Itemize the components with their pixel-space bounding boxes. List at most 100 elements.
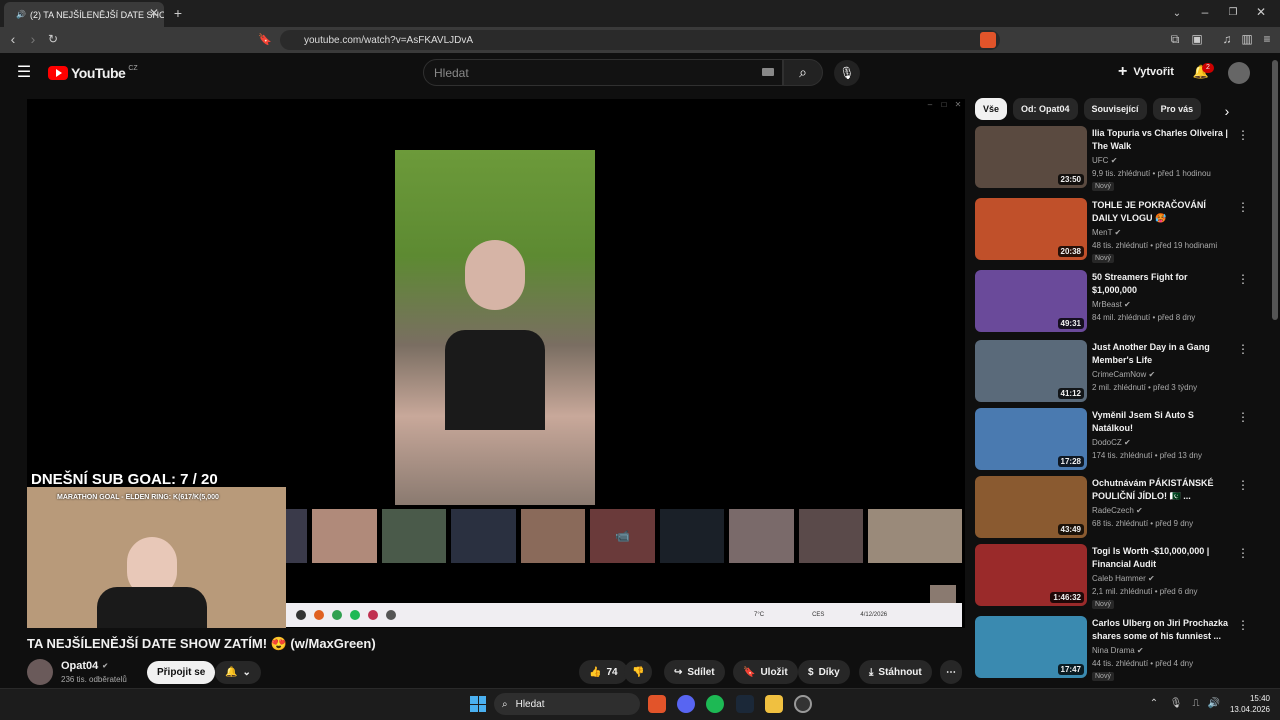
related-video-item[interactable]: 43:49 Ochutnávám PÁKISTÁNSKÉ POULIČNÍ JÍD… — [975, 476, 1249, 540]
close-icon[interactable]: ✕ — [953, 99, 963, 109]
page-scrollbar[interactable] — [1272, 60, 1278, 320]
join-button[interactable]: Připojit se — [147, 661, 216, 684]
video-thumbnail[interactable]: 41:12 — [975, 340, 1087, 402]
forward-icon[interactable]: › — [26, 31, 40, 47]
related-video-title[interactable]: TOHLE JE POKRAČOVÁNÍ DAILY VLOGU 🥵 — [1092, 199, 1232, 225]
keyboard-icon[interactable] — [762, 68, 774, 76]
tray-chevron-icon[interactable]: ⌃ — [1148, 697, 1160, 709]
brave-taskbar-icon[interactable] — [648, 695, 666, 713]
chip-related[interactable]: Související — [1083, 98, 1147, 120]
related-video-channel[interactable]: CrimeCamNow ✔ — [1092, 370, 1155, 379]
back-icon[interactable]: ‹ — [6, 31, 20, 47]
related-video-title[interactable]: Ilia Topuria vs Charles Oliveira | The W… — [1092, 127, 1232, 153]
video-thumbnail[interactable]: 23:50 — [975, 126, 1087, 188]
search-button[interactable]: ⌕ — [783, 59, 823, 86]
related-video-title[interactable]: 50 Streamers Fight for $1,000,000 — [1092, 271, 1232, 297]
brave-shield-icon[interactable] — [980, 32, 996, 48]
dislike-button[interactable]: 👎 — [624, 660, 653, 684]
chevron-down-icon[interactable]: ⌄ — [1170, 6, 1184, 20]
share-button[interactable]: ↪ Sdílet — [664, 660, 725, 684]
menu-icon[interactable]: ≡ — [1260, 32, 1274, 46]
video-thumbnail[interactable]: 17:47 — [975, 616, 1087, 678]
chip-all[interactable]: Vše — [975, 98, 1008, 120]
save-button[interactable]: 🔖 Uložit — [733, 660, 798, 684]
clock[interactable]: 15:40 13.04.2026 — [1228, 693, 1270, 715]
account-avatar[interactable] — [1228, 62, 1250, 84]
search-input[interactable]: Hledat — [423, 59, 783, 86]
related-video-channel[interactable]: RadeCzech ✔ — [1092, 506, 1143, 515]
bookmark-icon[interactable]: 🔖 — [258, 32, 272, 46]
youtube-logo[interactable]: YouTube CZ — [48, 65, 138, 81]
chevron-right-icon[interactable]: › — [1220, 103, 1234, 119]
video-player[interactable]: 📹 7°C CES 4/12/2026 DNEŠNÍ SUB GOAL: 7 /… — [27, 99, 965, 628]
download-button[interactable]: ⤓ Stáhnout — [859, 660, 932, 684]
video-thumbnail[interactable]: 49:31 — [975, 270, 1087, 332]
discord-taskbar-icon[interactable] — [677, 695, 695, 713]
minimize-icon[interactable]: – — [925, 99, 935, 109]
related-video-item[interactable]: 20:38 TOHLE JE POKRAČOVÁNÍ DAILY VLOGU 🥵 M… — [975, 198, 1249, 263]
maximize-icon[interactable]: □ — [939, 99, 949, 109]
like-button[interactable]: 👍 74 — [579, 660, 628, 684]
hamburger-menu-icon[interactable]: ☰ — [16, 64, 32, 81]
chip-for-you[interactable]: Pro vás — [1152, 98, 1202, 120]
audio-icon[interactable]: 🔊 — [16, 10, 26, 19]
steam-taskbar-icon[interactable] — [736, 695, 754, 713]
minimize-icon[interactable]: – — [1198, 5, 1212, 19]
browser-tab[interactable]: 🔊 (2) TA NEJŠÍLENĚJŠÍ DATE SHO — [4, 2, 164, 27]
close-window-icon[interactable]: ✕ — [1254, 5, 1268, 19]
related-video-channel[interactable]: DodoCZ ✔ — [1092, 438, 1131, 447]
related-video-item[interactable]: 41:12 Just Another Day in a Gang Member's… — [975, 340, 1249, 404]
related-video-item[interactable]: 1:46:32 Togi Is Worth -$10,000,000 | Fina… — [975, 544, 1249, 609]
channel-avatar[interactable] — [27, 659, 53, 685]
related-video-title[interactable]: Just Another Day in a Gang Member's Life — [1092, 341, 1232, 367]
more-vert-icon[interactable]: ⋮ — [1237, 128, 1249, 142]
related-video-channel[interactable]: Nina Drama ✔ — [1092, 646, 1144, 655]
more-vert-icon[interactable]: ⋮ — [1237, 546, 1249, 560]
related-video-channel[interactable]: MenT ✔ — [1092, 228, 1121, 237]
video-thumbnail[interactable]: 20:38 — [975, 198, 1087, 260]
network-icon[interactable]: ⎍ — [1190, 697, 1202, 709]
video-thumbnail[interactable]: 17:28 — [975, 408, 1087, 470]
related-video-title[interactable]: Carlos Ulberg on Jiri Prochazka shares s… — [1092, 617, 1232, 643]
voice-search-icon[interactable]: 🎙 — [834, 60, 860, 86]
create-button[interactable]: + Vytvořit — [1118, 62, 1174, 82]
more-vert-icon[interactable]: ⋮ — [1237, 618, 1249, 632]
reload-icon[interactable]: ↻ — [46, 32, 60, 46]
extensions-icon[interactable]: ⧉ — [1168, 32, 1182, 46]
url-field[interactable]: youtube.com/watch?v=AsFKAVLJDvA — [280, 30, 1000, 50]
more-vert-icon[interactable]: ⋮ — [1237, 200, 1249, 214]
mic-icon[interactable]: 🎙 — [1170, 697, 1183, 709]
chip-from-channel[interactable]: Od: Opat04 — [1013, 98, 1078, 120]
thanks-button[interactable]: $ Díky — [798, 660, 850, 684]
wallet-icon[interactable]: ▣ — [1190, 32, 1204, 46]
related-video-item[interactable]: 17:47 Carlos Ulberg on Jiri Prochazka sha… — [975, 616, 1249, 681]
sidebar-icon[interactable]: ▥ — [1240, 32, 1254, 46]
more-vert-icon[interactable]: ⋮ — [1237, 342, 1249, 356]
related-video-item[interactable]: 17:28 Vyměnil Jsem Si Auto S Natálkou! Dod… — [975, 408, 1249, 472]
related-video-item[interactable]: 23:50 Ilia Topuria vs Charles Oliveira | … — [975, 126, 1249, 191]
close-tab-icon[interactable]: ✕ — [148, 6, 160, 20]
related-video-channel[interactable]: Caleb Hammer ✔ — [1092, 574, 1155, 583]
related-video-title[interactable]: Ochutnávám PÁKISTÁNSKÉ POULIČNÍ JÍDLO! 🇵… — [1092, 477, 1232, 503]
subscribed-bell-button[interactable]: 🔔 ⌄ — [215, 661, 261, 684]
related-video-channel[interactable]: MrBeast ✔ — [1092, 300, 1131, 309]
video-thumbnail[interactable]: 1:46:32 — [975, 544, 1087, 606]
new-tab-icon[interactable]: + — [171, 5, 185, 21]
more-vert-icon[interactable]: ⋮ — [1237, 410, 1249, 424]
related-video-title[interactable]: Togi Is Worth -$10,000,000 | Financial A… — [1092, 545, 1232, 571]
obs-taskbar-icon[interactable] — [794, 695, 812, 713]
related-video-title[interactable]: Vyměnil Jsem Si Auto S Natálkou! — [1092, 409, 1232, 435]
related-video-item[interactable]: 49:31 50 Streamers Fight for $1,000,000 Mr… — [975, 270, 1249, 334]
spotify-taskbar-icon[interactable] — [706, 695, 724, 713]
channel-name-row[interactable]: Opat04 ✔ — [61, 660, 108, 672]
video-thumbnail[interactable]: 43:49 — [975, 476, 1087, 538]
related-video-channel[interactable]: UFC ✔ — [1092, 156, 1117, 165]
volume-icon[interactable]: 🔊 — [1208, 697, 1220, 709]
maximize-icon[interactable]: ❐ — [1226, 5, 1240, 19]
media-icon[interactable]: ♫ — [1220, 32, 1234, 46]
start-icon[interactable] — [470, 696, 486, 712]
more-actions-button[interactable]: ⋯ — [940, 660, 962, 684]
more-vert-icon[interactable]: ⋮ — [1237, 478, 1249, 492]
more-vert-icon[interactable]: ⋮ — [1237, 272, 1249, 286]
taskbar-search[interactable]: ⌕ Hledat — [494, 693, 640, 715]
